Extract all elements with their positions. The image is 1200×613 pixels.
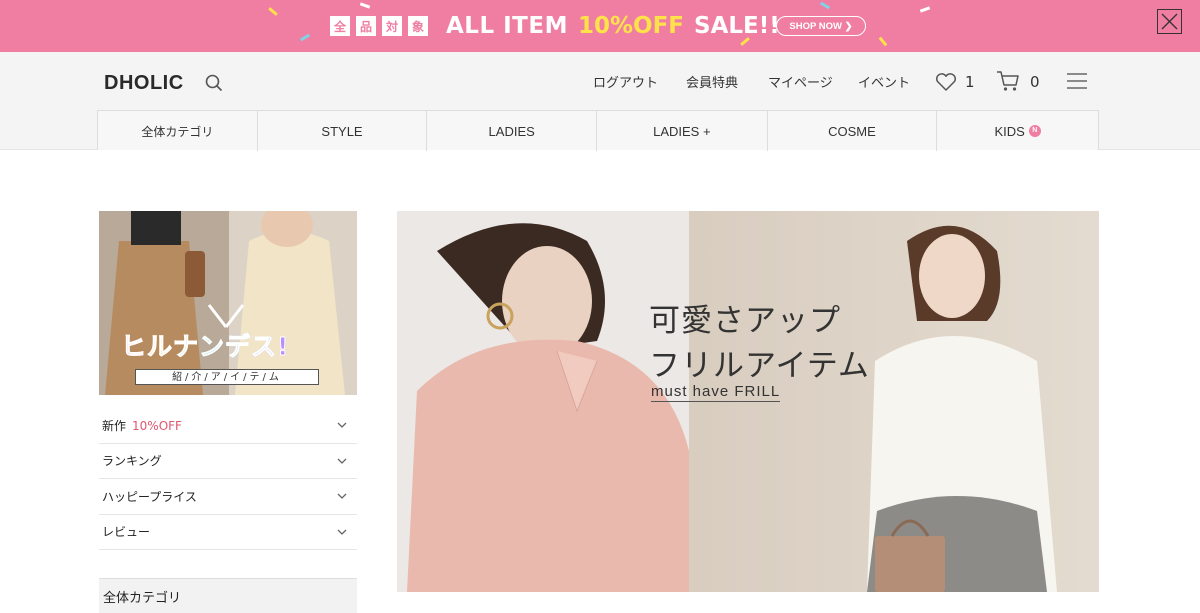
- category-cosme[interactable]: COSME: [768, 111, 938, 151]
- menu-item-label: レビュー: [102, 525, 151, 540]
- menu-item-label: ランキング: [102, 454, 162, 469]
- header-nav: ログアウト 会員特典 マイページ イベント: [0, 72, 1200, 92]
- category-kids-label: KIDS: [994, 123, 1025, 139]
- category-all[interactable]: 全体カテゴリ: [98, 111, 258, 151]
- sidebar-all-category[interactable]: 全体カテゴリ: [99, 578, 357, 613]
- promo-subtitle: 紹/介/ア/イ/テ/ム: [135, 369, 319, 385]
- hero-headline-line2: フリルアイテム: [649, 348, 870, 384]
- menu-icon[interactable]: [1066, 72, 1088, 90]
- promo-title-wrap: ヒルナンデス!: [120, 327, 289, 363]
- confetti: [919, 6, 931, 13]
- category-ladies[interactable]: LADIES: [427, 111, 597, 151]
- chevron-down-icon: [337, 493, 347, 500]
- logout-link[interactable]: ログアウト: [593, 72, 658, 91]
- menu-item-new[interactable]: 新作 10%OFF: [99, 408, 357, 444]
- confetti: [819, 1, 831, 10]
- promo-text: 全 品 対 象 ALL ITEM 10%OFF SALE!!: [330, 12, 780, 40]
- hero-headline-line1: 可愛さアップ: [649, 303, 841, 339]
- wishlist-count: 1: [965, 73, 975, 91]
- promo-kanji: 象: [408, 16, 428, 36]
- menu-item-ranking[interactable]: ランキング: [99, 444, 357, 479]
- cart-icon[interactable]: [996, 70, 1020, 92]
- promo-kanji: 品: [356, 16, 376, 36]
- promo-sale: SALE!!: [694, 13, 780, 39]
- shop-now-button[interactable]: SHOP NOW ❯: [776, 16, 866, 36]
- menu-item-review[interactable]: レビュー: [99, 515, 357, 550]
- chevron-down-icon: [337, 458, 347, 464]
- menu-label-new: 新作: [102, 418, 127, 433]
- close-icon: [1161, 13, 1178, 30]
- sidebar-promo-banner[interactable]: ヒルナンデス! 紹/介/ア/イ/テ/ム: [99, 211, 357, 395]
- menu-item-happy-price[interactable]: ハッピープライス: [99, 479, 357, 515]
- promo-banner[interactable]: 全 品 対 象 ALL ITEM 10%OFF SALE!! SHOP NOW …: [0, 0, 1200, 52]
- site-header: DHOLIC ログアウト 会員特典 マイページ イベント 1 0 全体カテゴリ …: [0, 52, 1200, 151]
- promo-title: ヒルナンデス!: [120, 327, 289, 363]
- chevron-down-icon: [337, 529, 347, 535]
- category-ladies-plus[interactable]: LADIES +: [597, 111, 768, 151]
- promo-kanji: 全: [330, 16, 350, 36]
- category-style[interactable]: STYLE: [258, 111, 428, 151]
- chevron-down-icon: [337, 422, 347, 429]
- menu-item-label: 新作 10%OFF: [102, 417, 182, 434]
- category-bar: 全体カテゴリ STYLE LADIES LADIES + COSME KIDS …: [97, 110, 1099, 151]
- mypage-link[interactable]: マイページ: [768, 72, 833, 91]
- sidebar-menu: 新作 10%OFF ランキング ハッピープライス レビュー: [99, 408, 357, 550]
- confetti: [359, 2, 371, 9]
- menu-item-label: ハッピープライス: [102, 489, 197, 504]
- hero-subtitle: must have FRILL: [651, 383, 781, 402]
- heart-icon[interactable]: [935, 72, 957, 92]
- confetti: [299, 33, 311, 42]
- event-link[interactable]: イベント: [858, 72, 910, 91]
- category-kids[interactable]: KIDS N: [937, 111, 1098, 151]
- hero-banner[interactable]: 可愛さアップ フリルアイテム must have FRILL: [397, 211, 1099, 592]
- promo-discount: 10%OFF: [577, 13, 684, 39]
- promo-kanji: 対: [382, 16, 402, 36]
- member-benefits-link[interactable]: 会員特典: [686, 72, 738, 91]
- close-banner-button[interactable]: [1157, 9, 1182, 34]
- confetti: [268, 7, 278, 16]
- new-badge: N: [1028, 125, 1041, 137]
- promo-headline: ALL ITEM: [446, 13, 568, 39]
- confetti: [878, 36, 888, 47]
- discount-label: 10%OFF: [132, 418, 182, 433]
- cart-count: 0: [1030, 73, 1040, 91]
